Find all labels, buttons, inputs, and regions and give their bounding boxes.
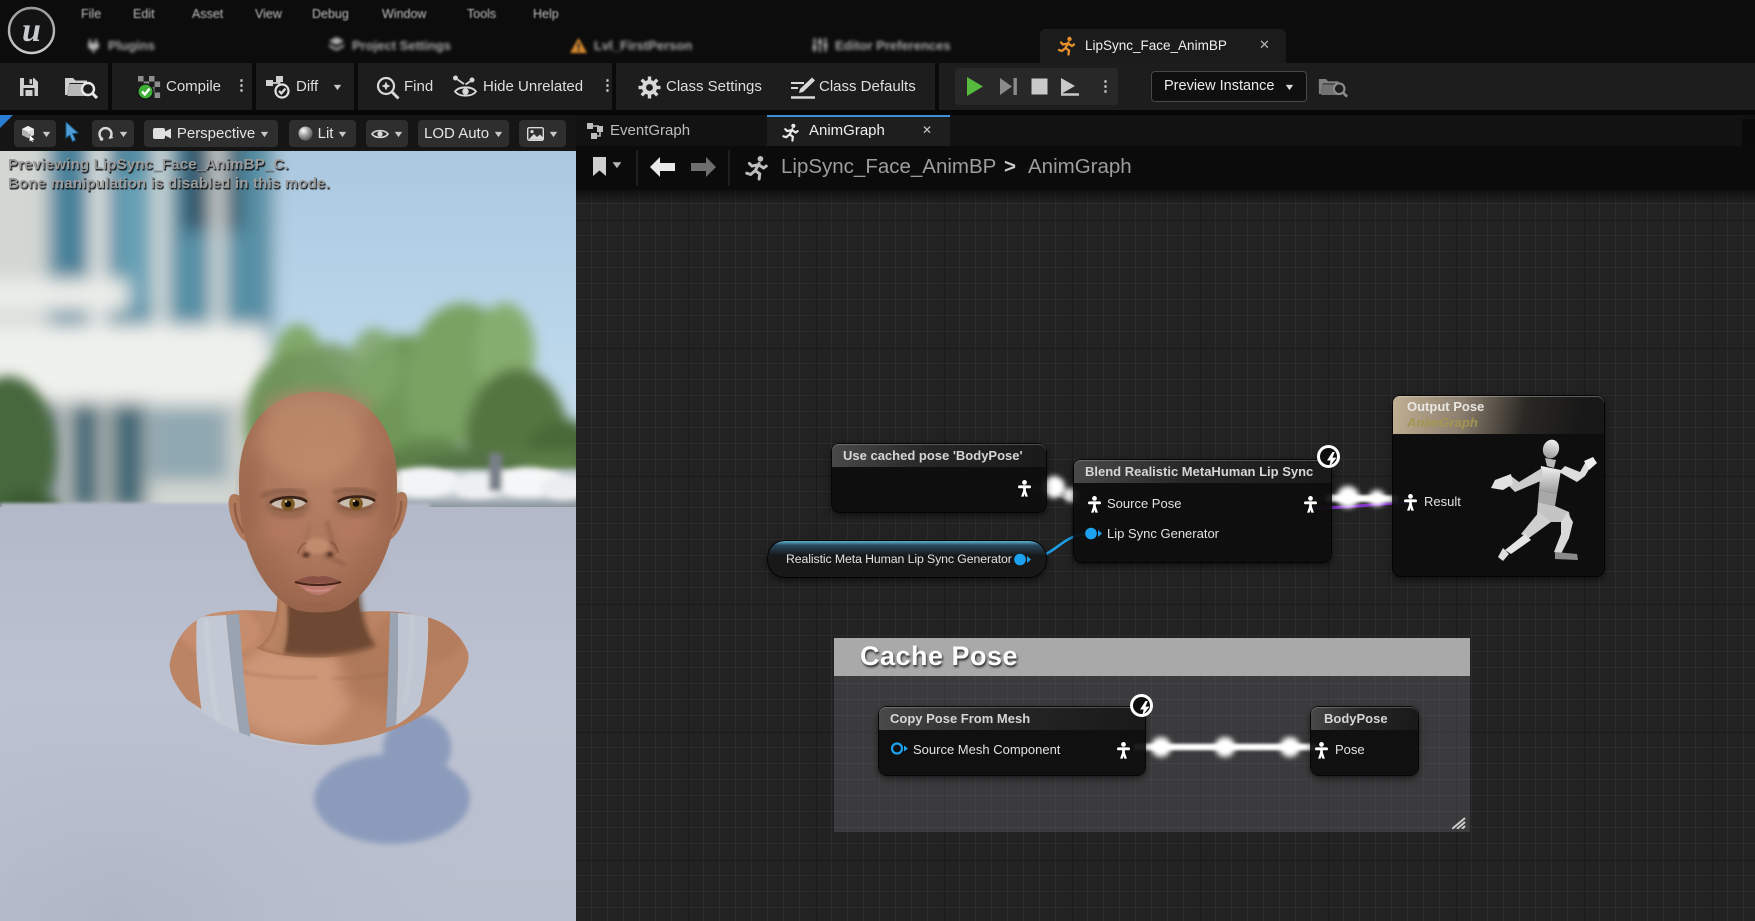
svg-text:u: u xyxy=(22,12,41,49)
